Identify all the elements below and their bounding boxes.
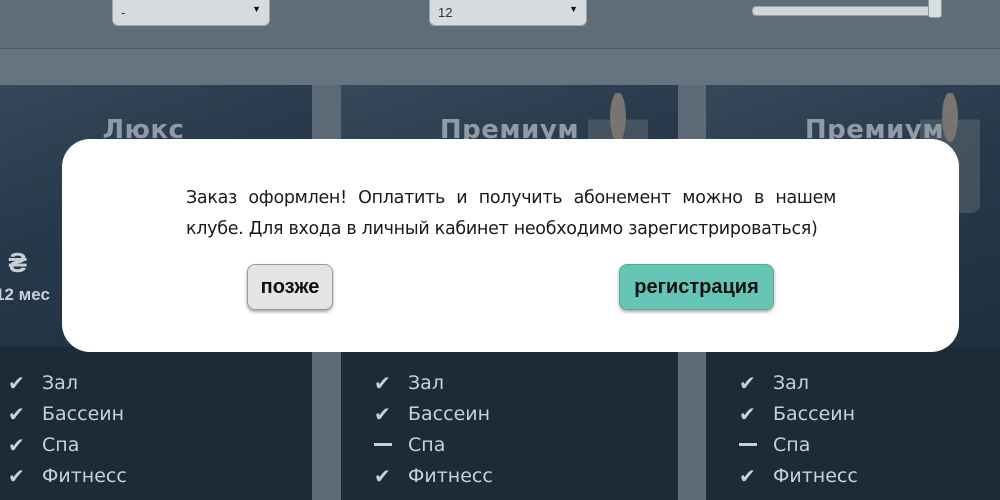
order-confirmation-dialog: Заказ оформлен! Оплатить и получить абон…	[62, 139, 959, 352]
later-button[interactable]: позже	[247, 264, 333, 310]
dialog-message: Заказ оформлен! Оплатить и получить абон…	[186, 188, 836, 239]
register-button[interactable]: регистрация	[619, 264, 774, 310]
